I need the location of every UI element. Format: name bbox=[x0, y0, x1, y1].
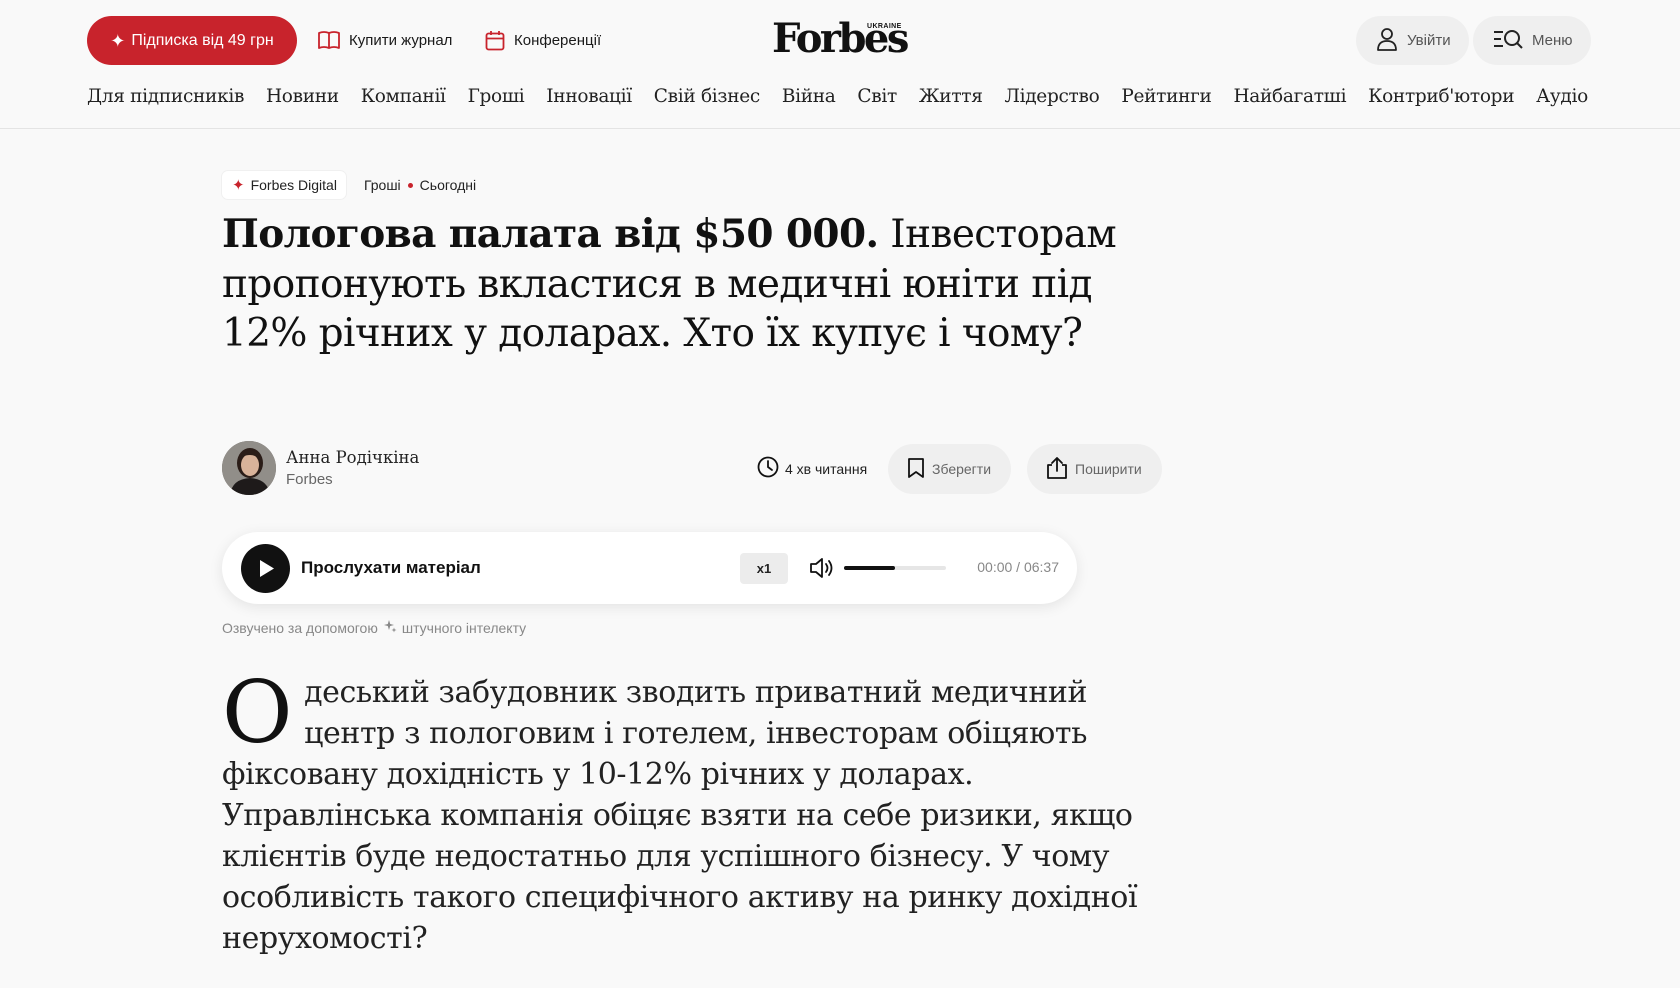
nav-item[interactable]: Компанії bbox=[361, 86, 446, 112]
share-label: Поширити bbox=[1075, 461, 1142, 477]
save-button[interactable]: Зберегти bbox=[888, 444, 1012, 494]
nav-item[interactable]: Рейтинги bbox=[1121, 86, 1212, 112]
nav-item[interactable]: Життя bbox=[919, 86, 983, 112]
author-name[interactable]: Анна Родічкіна bbox=[286, 448, 419, 467]
menu-button[interactable]: Меню bbox=[1473, 16, 1591, 65]
read-time: 4 хв читання bbox=[757, 456, 867, 481]
subscribe-label: Підписка від 49 грн bbox=[131, 31, 274, 49]
play-icon bbox=[260, 560, 274, 577]
ai-voice-note: Озвучено за допомогою штучного інтелекту bbox=[222, 619, 526, 636]
clock-icon bbox=[757, 456, 779, 481]
nav-item[interactable]: Свій бізнес bbox=[654, 86, 760, 112]
play-button[interactable] bbox=[241, 544, 290, 593]
main-nav: Для підписників Новини Компанії Гроші Ін… bbox=[87, 86, 1588, 112]
ai-sparkle-icon bbox=[383, 619, 397, 636]
nav-item[interactable]: Для підписників bbox=[87, 86, 244, 112]
conferences-label: Конференції bbox=[514, 31, 602, 49]
nav-item[interactable]: Найбагатші bbox=[1233, 86, 1346, 112]
category-link[interactable]: Гроші bbox=[364, 177, 401, 193]
sparkle-icon: ✦ bbox=[232, 177, 245, 194]
bookmark-icon bbox=[907, 457, 925, 482]
article-title: Пологова палата від $50 000. Інвесторам … bbox=[222, 210, 1122, 359]
sparkle-icon: ✦ bbox=[110, 30, 126, 51]
playback-time: 00:00 / 06:37 bbox=[977, 559, 1059, 575]
author-info: Анна Родічкіна Forbes bbox=[286, 448, 419, 488]
separator-dot bbox=[407, 182, 413, 188]
nav-item[interactable]: Світ bbox=[857, 86, 897, 112]
author-org: Forbes bbox=[286, 471, 333, 488]
nav-item[interactable]: Новини bbox=[266, 86, 339, 112]
user-icon bbox=[1376, 27, 1398, 55]
article-lead: О деський забудовник зводить приватний м… bbox=[222, 663, 1152, 959]
menu-label: Меню bbox=[1532, 32, 1573, 49]
buy-magazine-label: Купити журнал bbox=[349, 31, 453, 49]
audio-player: Прослухати матеріал x1 00:00 / 06:37 bbox=[222, 532, 1077, 604]
nav-item[interactable]: Інновації bbox=[546, 86, 632, 112]
calendar-icon bbox=[485, 30, 505, 51]
login-label: Увійти bbox=[1407, 32, 1451, 49]
menu-search-icon bbox=[1493, 28, 1523, 54]
playback-speed-button[interactable]: x1 bbox=[740, 553, 788, 584]
drop-cap: О bbox=[222, 663, 293, 763]
conferences-link[interactable]: Конференції bbox=[485, 28, 601, 52]
logo-subtitle: UKRAINE bbox=[867, 23, 902, 30]
nav-item[interactable]: Контриб'ютори bbox=[1368, 86, 1514, 112]
top-bar: ✦ Підписка від 49 грн Купити журнал Конф… bbox=[0, 0, 1680, 82]
nav-item[interactable]: Аудіо bbox=[1536, 86, 1588, 112]
title-bold: Пологова палата від $50 000. bbox=[222, 211, 879, 257]
avatar[interactable] bbox=[222, 441, 276, 495]
category-date: Гроші Сьогодні bbox=[364, 177, 476, 193]
lead-text: деський забудовник зводить приватний мед… bbox=[222, 675, 1138, 956]
volume-icon[interactable] bbox=[809, 556, 835, 585]
save-label: Зберегти bbox=[932, 461, 992, 477]
subscribe-button[interactable]: ✦ Підписка від 49 грн bbox=[87, 16, 297, 65]
article-meta: ✦ Forbes Digital Гроші Сьогодні bbox=[222, 171, 476, 199]
share-button[interactable]: Поширити bbox=[1027, 444, 1162, 494]
login-button[interactable]: Увійти bbox=[1356, 16, 1469, 65]
volume-slider[interactable] bbox=[844, 566, 946, 570]
nav-item[interactable]: Гроші bbox=[468, 86, 525, 112]
book-icon bbox=[318, 30, 340, 50]
buy-magazine-link[interactable]: Купити журнал bbox=[318, 28, 452, 52]
ai-note-prefix: Озвучено за допомогою bbox=[222, 619, 378, 636]
nav-item[interactable]: Лідерство bbox=[1004, 86, 1099, 112]
volume-level bbox=[844, 566, 895, 570]
nav-item[interactable]: Війна bbox=[782, 86, 836, 112]
header-divider bbox=[0, 128, 1680, 129]
forbes-logo[interactable]: Forbes bbox=[772, 14, 909, 64]
tag-label: Forbes Digital bbox=[250, 177, 337, 193]
publish-date: Сьогодні bbox=[419, 177, 477, 193]
forbes-digital-tag[interactable]: ✦ Forbes Digital bbox=[222, 171, 346, 199]
player-title: Прослухати матеріал bbox=[301, 558, 481, 577]
share-icon bbox=[1046, 456, 1068, 483]
read-time-label: 4 хв читання bbox=[785, 460, 868, 477]
author-block: Анна Родічкіна Forbes bbox=[222, 441, 419, 495]
ai-note-suffix: штучного інтелекту bbox=[401, 619, 527, 636]
